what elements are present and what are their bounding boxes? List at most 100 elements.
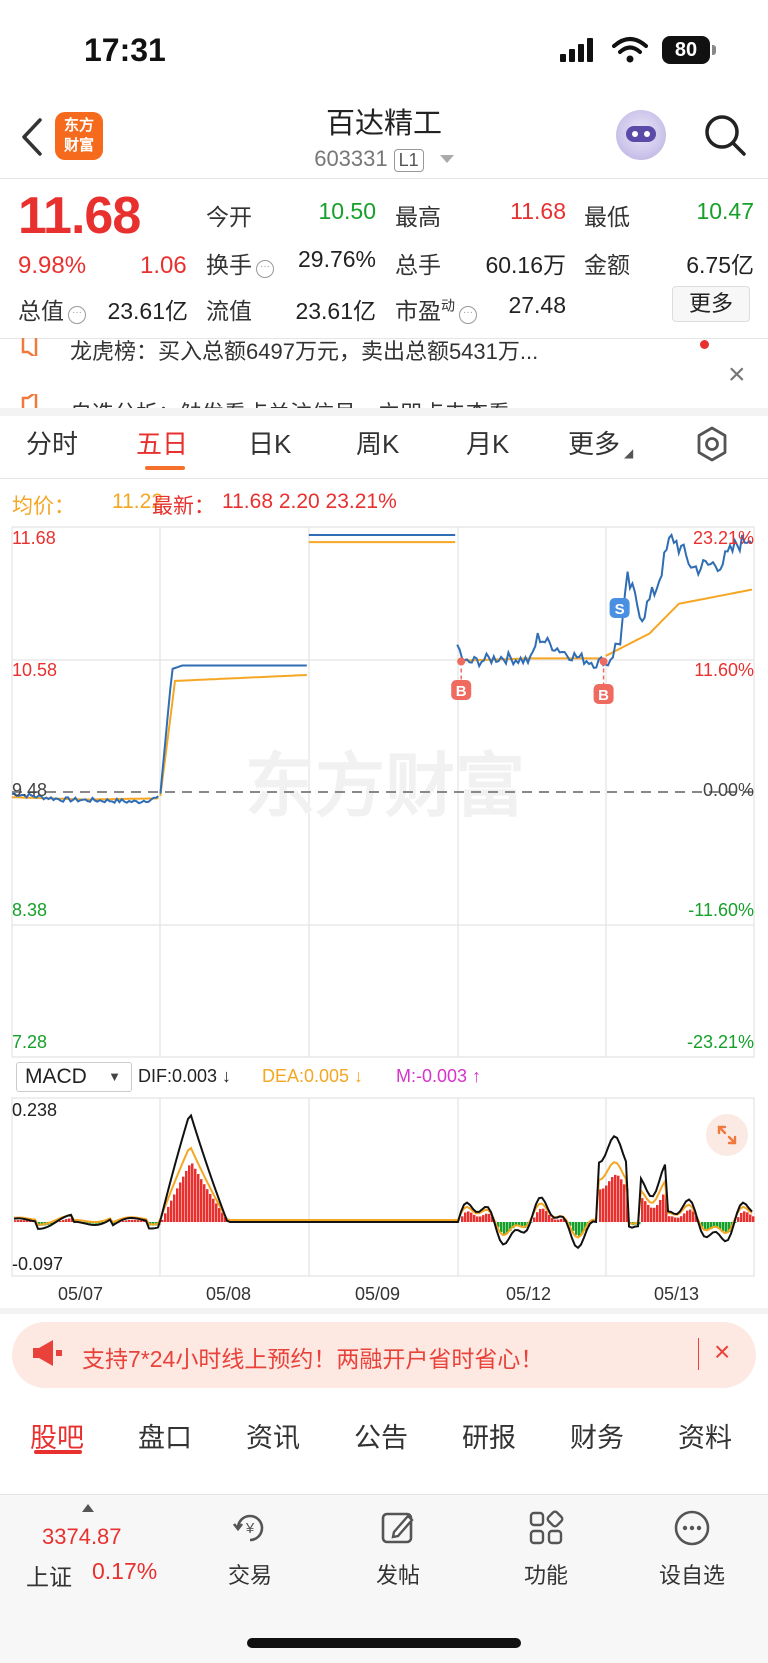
- indicator-select[interactable]: MACD ▼: [16, 1062, 132, 1092]
- y-tick-right: 11.60%: [694, 660, 754, 680]
- macd-bar: [179, 1182, 182, 1222]
- tab-pankou[interactable]: 盘口: [138, 1416, 192, 1455]
- more-quote-button[interactable]: 更多: [672, 286, 750, 322]
- macd-bar: [161, 1219, 164, 1222]
- macd-dea-line: [13, 1146, 753, 1239]
- macd-bar: [482, 1215, 485, 1222]
- open-label: 今开: [206, 204, 252, 230]
- tab-news[interactable]: 资讯: [246, 1416, 300, 1455]
- info-dots-icon[interactable]: ···: [68, 306, 86, 324]
- marker-label: B: [598, 687, 609, 704]
- tab-five-day[interactable]: 五日: [136, 424, 188, 461]
- macd-bar: [164, 1213, 167, 1222]
- add-watchlist-label[interactable]: 设自选: [642, 1558, 742, 1590]
- promo-text: 支持7*24小时线上预约！两融开户省时省心！: [82, 1346, 544, 1372]
- macd-bar: [167, 1206, 170, 1222]
- notice-item[interactable]: 龙虎榜：买入总额6497万元，卖出总额5431万...: [70, 338, 538, 366]
- gear-icon[interactable]: [694, 426, 730, 462]
- tab-intraday[interactable]: 分时: [26, 424, 78, 461]
- macd-bar: [188, 1165, 191, 1222]
- macd-bar: [659, 1199, 662, 1222]
- macd-bar: [614, 1174, 617, 1222]
- notice-item[interactable]: 自选分析：触发看点关注信号，立即点击查看: [70, 396, 510, 408]
- macd-dif-line: [13, 1113, 753, 1250]
- info-dots-icon[interactable]: ···: [459, 306, 477, 324]
- notice-close-icon[interactable]: ×: [728, 358, 746, 392]
- index-change[interactable]: 0.17%: [92, 1558, 157, 1585]
- macd-bar: [14, 1220, 17, 1222]
- level-badge: L1: [393, 149, 424, 172]
- macd-bar: [671, 1216, 674, 1222]
- macd-bar: [467, 1211, 470, 1222]
- macd-bar: [479, 1216, 482, 1222]
- market-cap-value: 23.61亿: [107, 298, 188, 324]
- macd-bar: [176, 1188, 179, 1222]
- tab-weekly-k[interactable]: 周K: [356, 424, 399, 461]
- banner-close-icon[interactable]: ×: [714, 1336, 730, 1368]
- search-icon[interactable]: [702, 112, 748, 158]
- functions-label[interactable]: 功能: [496, 1558, 596, 1590]
- expand-icon[interactable]: [706, 1114, 748, 1156]
- macd-bar: [674, 1217, 677, 1222]
- post-icon[interactable]: [378, 1508, 418, 1548]
- tab-research[interactable]: 研报: [462, 1416, 516, 1455]
- caret-up-icon: [82, 1504, 94, 1512]
- tab-monthly-k[interactable]: 月K: [466, 424, 509, 461]
- trade-icon[interactable]: ¥: [230, 1508, 270, 1548]
- macd-bar: [476, 1216, 479, 1222]
- macd-chart[interactable]: [0, 1096, 768, 1278]
- macd-bar: [122, 1220, 125, 1222]
- macd-bar: [620, 1179, 623, 1222]
- volume-value: 60.16万: [485, 252, 566, 278]
- macd-histogram: [14, 1163, 755, 1237]
- pe-value: 27.48: [508, 292, 566, 318]
- macd-bar: [677, 1217, 680, 1222]
- market-cap-label: 总值 ···: [18, 292, 86, 326]
- change-amount: 1.06: [140, 252, 187, 279]
- x-date-label: 05/13: [654, 1284, 700, 1304]
- macd-bar: [182, 1176, 185, 1222]
- macd-bar: [662, 1194, 665, 1222]
- macd-bar: [206, 1189, 209, 1222]
- post-label[interactable]: 发帖: [348, 1558, 448, 1590]
- macd-bar: [485, 1213, 488, 1222]
- tab-announcements[interactable]: 公告: [354, 1416, 408, 1455]
- macd-bar: [539, 1208, 542, 1222]
- notice-ticker[interactable]: 龙虎榜：买入总额6497万元，卖出总额5431万... 自选分析：触发看点关注信…: [0, 338, 768, 408]
- add-watchlist-icon[interactable]: [672, 1508, 712, 1548]
- x-date-label: 05/12: [506, 1284, 552, 1304]
- chart-watermark: 东方财富: [245, 747, 525, 825]
- active-tab-indicator: [145, 466, 185, 470]
- macd-bar: [689, 1209, 692, 1222]
- tab-profile[interactable]: 资料: [678, 1416, 732, 1455]
- y-tick-right: 23.21%: [692, 528, 754, 548]
- macd-dea: DEA:0.005 ↓: [262, 1066, 364, 1086]
- info-dots-icon[interactable]: ···: [256, 260, 274, 278]
- macd-bar: [578, 1222, 581, 1237]
- assistant-robot-icon[interactable]: [616, 110, 666, 160]
- macd-bar: [554, 1219, 557, 1222]
- functions-icon[interactable]: [526, 1508, 566, 1548]
- open-value: 10.50: [318, 198, 376, 224]
- battery-tip: [712, 45, 716, 55]
- tab-more[interactable]: 更多 ◢: [568, 424, 633, 461]
- latest-label: 最新：: [152, 495, 215, 518]
- high-value: 11.68: [510, 198, 566, 224]
- macd-bar: [725, 1222, 728, 1233]
- price-line: [456, 632, 605, 670]
- macd-bar: [128, 1219, 131, 1222]
- macd-bar: [743, 1211, 746, 1222]
- trade-label[interactable]: 交易: [200, 1558, 300, 1590]
- index-value[interactable]: 3374.87: [42, 1524, 122, 1550]
- macd-bar: [59, 1220, 62, 1222]
- speaker-icon: [21, 338, 38, 356]
- index-name[interactable]: 上证: [26, 1558, 72, 1592]
- tab-finance[interactable]: 财务: [570, 1416, 624, 1455]
- y-tick-left: 8.38: [12, 900, 48, 920]
- tab-daily-k[interactable]: 日K: [248, 424, 291, 461]
- macd-bar: [602, 1188, 605, 1222]
- macd-bar: [683, 1213, 686, 1222]
- macd-y-max: 0.238: [12, 1100, 58, 1120]
- five-day-price-chart[interactable]: 东方财富 B B S: [0, 525, 768, 1060]
- speaker-icon: [21, 394, 38, 408]
